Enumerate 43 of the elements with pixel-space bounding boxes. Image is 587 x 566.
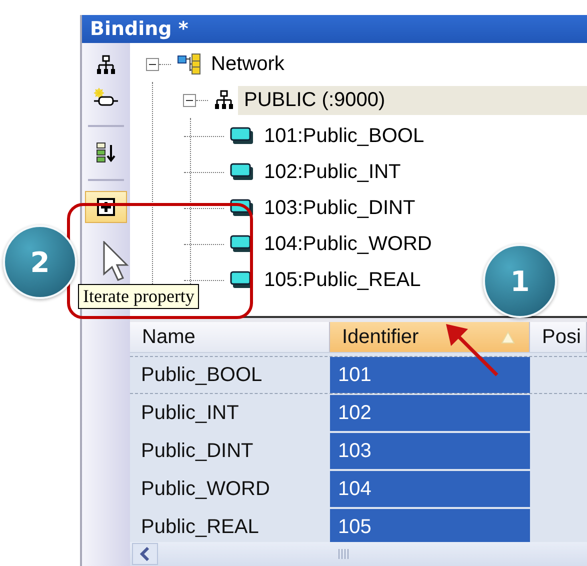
tree-item[interactable]: Network (205, 50, 290, 78)
network-icon (214, 90, 234, 110)
toolbar-button[interactable] (85, 191, 127, 223)
sort-ascending-icon (501, 330, 515, 344)
grid-row[interactable]: Public_WORD 104 (130, 470, 587, 508)
tree-item[interactable]: 102:Public_INT (258, 158, 407, 186)
table-cell: 103 (338, 440, 372, 462)
column-header[interactable]: Posi (530, 322, 587, 352)
table-cell: Public_BOOL (141, 364, 262, 386)
collapse-icon[interactable] (183, 94, 196, 106)
chevron-left-icon (140, 547, 150, 561)
tree-item[interactable]: 105:Public_REAL (258, 266, 427, 294)
tree-item[interactable]: 101:Public_BOOL (258, 122, 430, 150)
collapse-icon[interactable] (146, 58, 159, 70)
variable-icon (230, 163, 254, 181)
grid-row[interactable]: Public_REAL 105 (130, 508, 587, 546)
variable-icon (230, 199, 254, 217)
table-cell: Public_INT (141, 402, 239, 424)
table-cell: Public_DINT (141, 440, 254, 462)
window-title: Binding * (82, 15, 587, 43)
network-tree-icon (177, 53, 201, 75)
table-cell: Public_WORD (141, 478, 270, 500)
pointer-arrow (444, 322, 500, 378)
scroll-left-button[interactable] (132, 543, 158, 565)
grid-row[interactable]: Public_DINT 103 (130, 432, 587, 470)
table-cell: 102 (338, 402, 372, 424)
table-cell: 101 (338, 364, 372, 386)
grid-row[interactable]: Public_INT 102 (130, 394, 587, 432)
sort-icon (95, 142, 117, 164)
tree-item[interactable]: 103:Public_DINT (258, 194, 422, 222)
network-icon (96, 55, 116, 75)
table-cell: Public_REAL (141, 516, 259, 538)
grid-row[interactable]: Public_BOOL 101 (130, 356, 587, 394)
tree-item[interactable]: 104:Public_WORD (258, 230, 438, 258)
tree-item[interactable]: PUBLIC (:9000) (238, 86, 587, 114)
variable-icon (230, 127, 254, 145)
column-header[interactable]: Identifier (330, 322, 530, 352)
table-cell: 104 (338, 478, 372, 500)
mouse-cursor-icon (103, 241, 129, 281)
table-cell: 105 (338, 516, 372, 538)
tooltip: Iterate property (78, 284, 200, 309)
callout-badge: 2 (3, 225, 77, 299)
scroll-grip-icon (338, 549, 350, 559)
